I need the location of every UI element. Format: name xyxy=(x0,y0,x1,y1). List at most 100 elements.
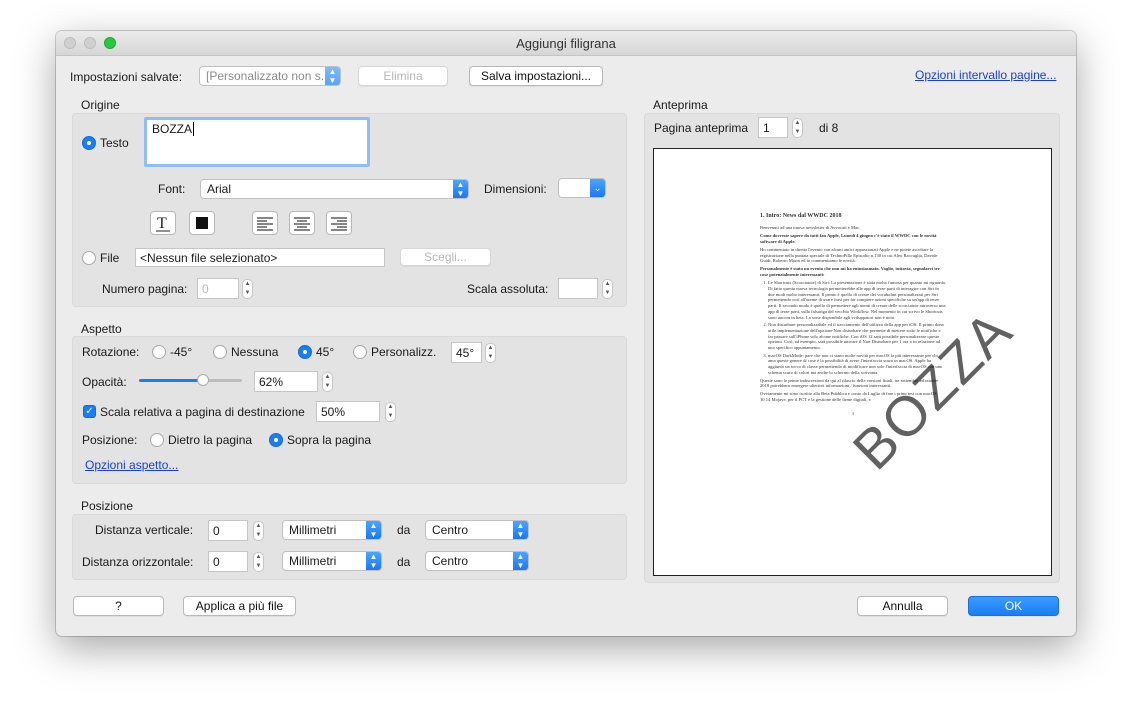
horizontal-unit-value: Millimetri xyxy=(289,554,337,568)
popup-arrows-icon: ▲ ▼ xyxy=(366,521,381,539)
popup-arrows-icon: ▲ ▼ xyxy=(453,180,468,198)
absolute-scale-stepper[interactable]: ▲ ▼ xyxy=(602,279,613,299)
popup-arrows-icon: ▲ ▼ xyxy=(325,67,340,85)
absolute-scale-field[interactable] xyxy=(558,278,598,299)
file-radio[interactable] xyxy=(82,251,96,265)
position-layer-label: Posizione: xyxy=(82,433,138,447)
font-popup[interactable]: Arial ▲ ▼ xyxy=(200,179,469,199)
doc-list-item: Non disturbare personalizzabile ed il tr… xyxy=(768,322,946,351)
horizontal-from-value: Centro xyxy=(432,554,469,568)
file-path-field[interactable]: <Nessun file selezionato> xyxy=(135,248,385,267)
horizontal-from-popup[interactable]: Centro ▲ ▼ xyxy=(425,551,529,571)
relative-scale-checkbox[interactable]: ✓ xyxy=(83,405,96,418)
align-right-icon xyxy=(331,217,347,231)
preview-page: 1. Intro: News dal WWDC 2018 Benvenuti a… xyxy=(653,148,1052,576)
opacity-label: Opacità: xyxy=(82,375,127,389)
vertical-from-value: Centro xyxy=(432,523,469,537)
preview-page-field[interactable]: 1 xyxy=(758,117,788,138)
saved-settings-popup[interactable]: [Personalizzato non s... ▲ ▼ xyxy=(199,66,341,86)
color-swatch-icon xyxy=(196,217,208,229)
absolute-scale-label: Scala assoluta: xyxy=(467,282,549,296)
relative-scale-stepper[interactable]: ▲ ▼ xyxy=(385,402,396,422)
over-page-label: Sopra la pagina xyxy=(287,433,372,447)
doc-paragraph: Benvenuti ad una nuova newsletter di Avv… xyxy=(760,224,861,230)
text-radio[interactable] xyxy=(82,136,96,150)
rotation-custom-radio[interactable] xyxy=(353,345,367,359)
rotation-none-label: Nessuna xyxy=(231,345,279,359)
text-cursor xyxy=(193,122,195,136)
opacity-slider-track[interactable] xyxy=(139,374,242,386)
window-title: Aggiungi filigrana xyxy=(516,36,616,51)
horizontal-distance-label: Distanza orizzontale: xyxy=(82,555,194,569)
text-format-icon: T xyxy=(156,215,170,232)
vertical-distance-field[interactable]: 0 xyxy=(208,520,248,541)
appearance-section-title: Aspetto xyxy=(81,322,122,336)
align-center-button[interactable] xyxy=(289,211,315,235)
vertical-from-popup[interactable]: Centro ▲ ▼ xyxy=(425,520,529,540)
origin-section-title: Origine xyxy=(81,98,120,112)
relative-scale-field[interactable]: 50% xyxy=(316,401,380,422)
doc-paragraph: Ho commentato in diretta l'evento con al… xyxy=(760,246,938,264)
doc-paragraph: Personalmente è stato un evento che non … xyxy=(760,266,940,278)
rotation-45-radio[interactable] xyxy=(298,345,312,359)
page-number-stepper[interactable]: ▲ ▼ xyxy=(242,279,253,299)
text-color-button[interactable] xyxy=(189,211,215,235)
saved-settings-label: Impostazioni salvate: xyxy=(70,70,183,84)
align-right-button[interactable] xyxy=(326,211,352,235)
preview-page-label: Pagina anteprima xyxy=(654,121,749,135)
watermark-text-area[interactable]: BOZZA xyxy=(144,117,370,167)
font-label: Font: xyxy=(158,182,186,196)
chevron-down-icon: ⌄ xyxy=(590,179,605,197)
popup-arrows-icon: ▲ ▼ xyxy=(513,521,528,539)
doc-list-item: Le Shortcuts (Scorciatoie) di Siri: La p… xyxy=(768,280,946,320)
vertical-distance-stepper[interactable]: ▲ ▼ xyxy=(253,521,264,541)
svg-text:T: T xyxy=(157,215,167,232)
appearance-options-link[interactable]: Opzioni aspetto... xyxy=(85,458,178,472)
watermark-text-value: BOZZA xyxy=(152,122,193,136)
opacity-field[interactable]: 62% xyxy=(254,371,318,392)
rotation-stepper[interactable]: ▲ ▼ xyxy=(485,343,496,363)
behind-page-radio[interactable] xyxy=(150,433,164,447)
opacity-stepper[interactable]: ▲ ▼ xyxy=(322,372,333,392)
save-settings-button[interactable]: Salva impostazioni... xyxy=(469,66,603,86)
size-popup[interactable]: ⌄ xyxy=(558,178,606,198)
rotation-label: Rotazione: xyxy=(82,345,140,359)
delete-button[interactable]: Elimina xyxy=(358,66,448,86)
rotation-custom-field[interactable]: 45° xyxy=(451,342,482,363)
preview-page-stepper[interactable]: ▲ ▼ xyxy=(792,118,803,138)
relative-scale-label: Scala relativa a pagina di destinazione xyxy=(100,405,305,419)
size-label: Dimensioni: xyxy=(484,182,547,196)
popup-arrows-icon: ▲ ▼ xyxy=(366,552,381,570)
preview-section-title: Anteprima xyxy=(653,98,708,112)
horizontal-from-label: da xyxy=(397,555,411,569)
opacity-slider-fill xyxy=(139,379,203,382)
vertical-unit-popup[interactable]: Millimetri ▲ ▼ xyxy=(282,520,382,540)
rotation-none-radio[interactable] xyxy=(213,345,227,359)
opacity-slider-knob[interactable] xyxy=(196,374,209,386)
choose-file-button[interactable]: Scegli... xyxy=(400,248,491,266)
ok-button[interactable]: OK xyxy=(968,596,1059,616)
apply-to-multiple-button[interactable]: Applica a più file xyxy=(183,596,296,616)
popup-arrows-icon: ▲ ▼ xyxy=(513,552,528,570)
file-radio-label: File xyxy=(100,251,120,265)
position-section-title: Posizione xyxy=(81,499,134,513)
horizontal-unit-popup[interactable]: Millimetri ▲ ▼ xyxy=(282,551,382,571)
text-radio-label: Testo xyxy=(100,136,129,150)
text-outline-button[interactable]: T xyxy=(150,211,176,235)
align-left-icon xyxy=(257,217,273,231)
horizontal-distance-field[interactable]: 0 xyxy=(208,551,248,572)
horizontal-distance-stepper[interactable]: ▲ ▼ xyxy=(253,552,264,572)
help-button[interactable]: ? xyxy=(73,596,164,616)
over-page-radio[interactable] xyxy=(269,433,283,447)
page-range-options-link[interactable]: Opzioni intervallo pagine... xyxy=(915,68,1056,82)
align-left-button[interactable] xyxy=(252,211,278,235)
cancel-button[interactable]: Annulla xyxy=(857,596,948,616)
doc-paragraph: Come dovreste sapere da tutti fan Apple,… xyxy=(760,232,937,244)
watermark-dialog: Aggiungi filigrana Impostazioni salvate:… xyxy=(56,31,1076,636)
saved-settings-value: [Personalizzato non s... xyxy=(206,69,331,83)
preview-page-count: di 8 xyxy=(819,121,839,135)
page-number-field[interactable]: 0 xyxy=(197,278,239,299)
rotation-minus45-label: -45° xyxy=(170,345,193,359)
rotation-minus45-radio[interactable] xyxy=(152,345,166,359)
rotation-45-label: 45° xyxy=(316,345,335,359)
